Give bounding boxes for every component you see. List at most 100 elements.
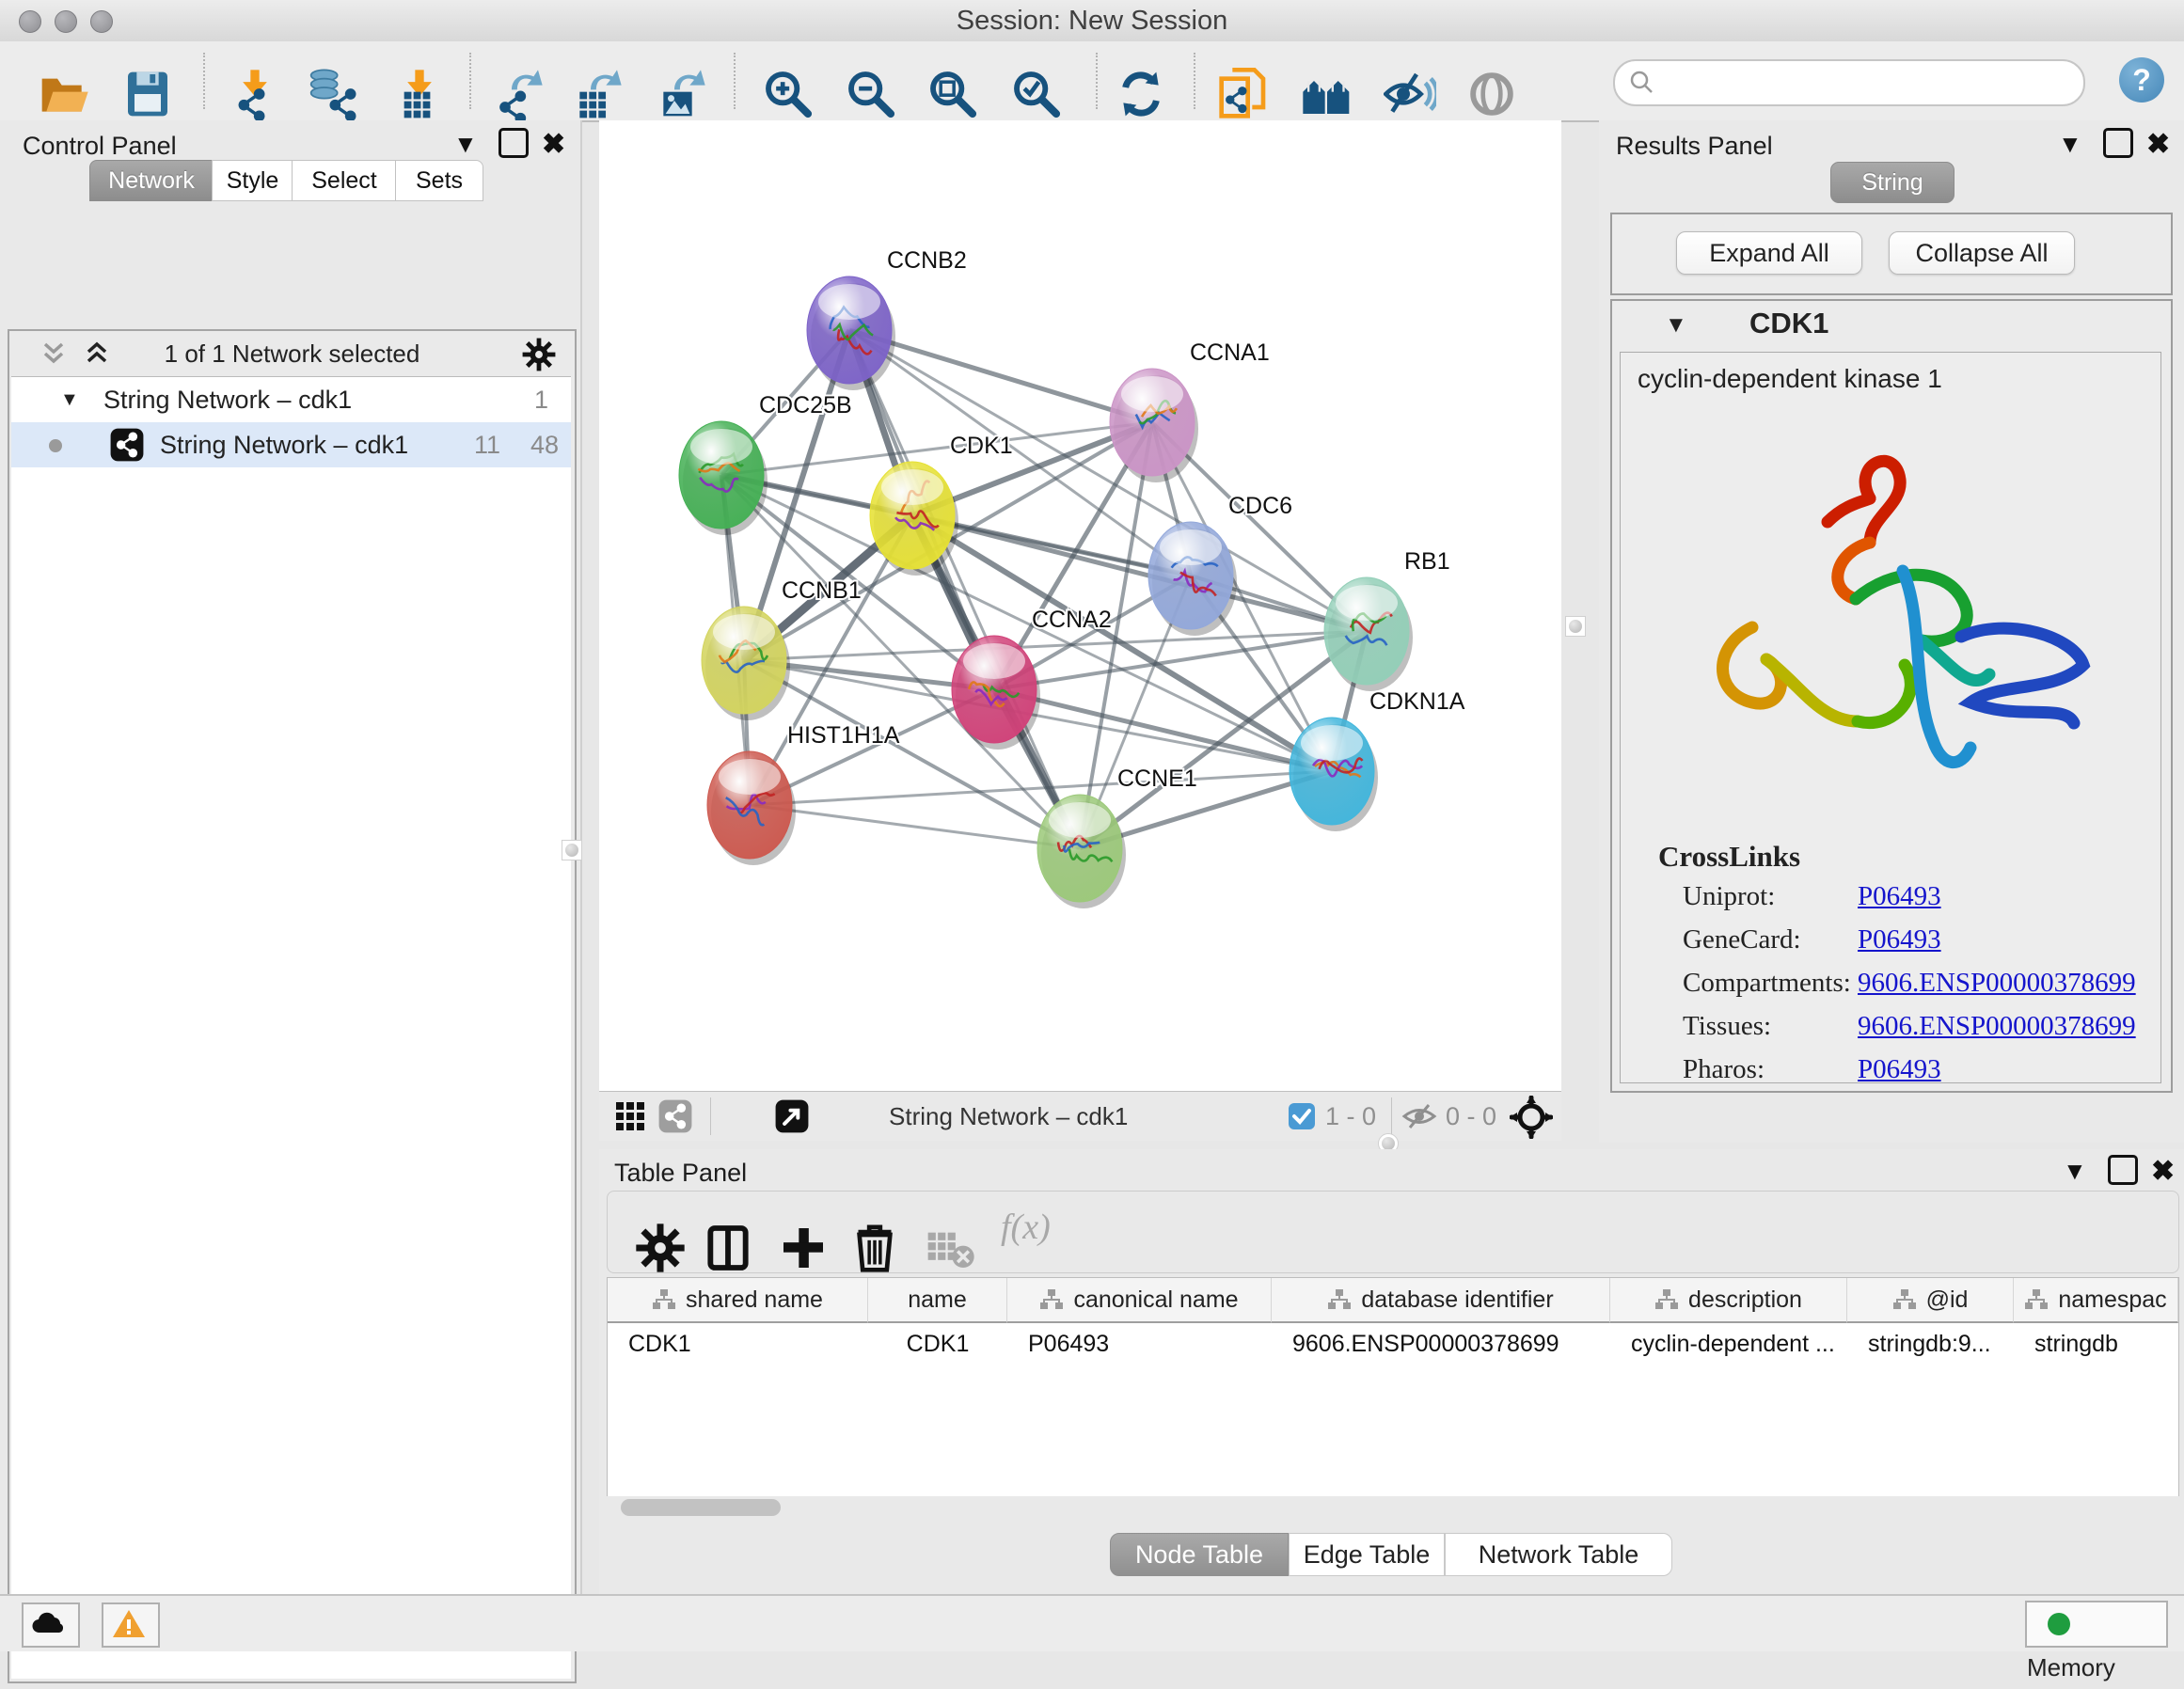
grid-view-icon[interactable] xyxy=(614,1100,646,1132)
hide-selected-icon[interactable] xyxy=(1384,68,1436,120)
show-all-icon[interactable] xyxy=(1465,68,1518,120)
tab-select[interactable]: Select xyxy=(292,160,397,201)
column-header-database-identifier[interactable]: database identifier xyxy=(1272,1278,1610,1323)
network-node-CDC6[interactable]: CDC6 xyxy=(1148,493,1292,636)
import-network-icon[interactable] xyxy=(229,68,281,120)
network-options-gear-icon[interactable] xyxy=(521,337,557,372)
table-row[interactable]: CDK1CDK1P064939606.ENSP00000378699cyclin… xyxy=(608,1323,2178,1365)
divider xyxy=(710,1097,711,1135)
cell[interactable]: CDK1 xyxy=(868,1323,1007,1365)
column-header-description[interactable]: description xyxy=(1610,1278,1847,1323)
tab-network[interactable]: Network xyxy=(89,160,214,201)
cell[interactable]: stringdb xyxy=(2014,1323,2178,1365)
split-columns-icon[interactable] xyxy=(702,1222,754,1274)
table-panel-close-icon[interactable]: ✖ xyxy=(2151,1155,2175,1188)
crosslink-label: GeneCard: xyxy=(1683,924,1801,955)
tab-sets[interactable]: Sets xyxy=(395,160,483,201)
import-database-icon[interactable] xyxy=(307,68,359,120)
network-collection-row[interactable]: ▼ String Network – cdk1 1 xyxy=(11,377,571,422)
results-panel-close-icon[interactable]: ✖ xyxy=(2146,128,2170,161)
search-input[interactable] xyxy=(1664,65,2072,99)
crosslink-value-link[interactable]: P06493 xyxy=(1858,1054,1941,1085)
export-network-icon[interactable] xyxy=(492,68,545,120)
table-panel-float-icon[interactable] xyxy=(2108,1155,2138,1185)
warning-button[interactable] xyxy=(102,1602,160,1648)
network-node-RB1[interactable]: RB1 xyxy=(1324,548,1450,691)
help-icon[interactable]: ? xyxy=(2119,57,2164,103)
add-column-icon[interactable] xyxy=(777,1222,830,1274)
birdseye-share-icon[interactable] xyxy=(657,1098,693,1134)
results-panel-float-icon[interactable] xyxy=(2103,128,2133,158)
table-gear-icon[interactable] xyxy=(634,1222,687,1274)
control-panel-menu-icon[interactable]: ▼ xyxy=(453,130,478,159)
memory-button[interactable]: Memory xyxy=(2025,1601,2168,1648)
node-label: CCNB1 xyxy=(782,577,862,604)
result-expander-icon[interactable]: ▼ xyxy=(1665,312,1687,339)
table-panel-menu-icon[interactable]: ▼ xyxy=(2063,1157,2087,1186)
tab-network-table[interactable]: Network Table xyxy=(1445,1533,1672,1576)
node-label: CDC25B xyxy=(759,392,852,418)
network-manager: 1 of 1 Network selected ▼ String Network… xyxy=(8,329,577,1683)
open-session-icon[interactable] xyxy=(38,68,90,120)
delete-column-icon[interactable] xyxy=(848,1222,901,1274)
tab-style[interactable]: Style xyxy=(212,160,293,201)
column-header--id[interactable]: @id xyxy=(1847,1278,2014,1323)
collection-expander-icon[interactable]: ▼ xyxy=(60,377,79,422)
collapse-all-button[interactable]: Collapse All xyxy=(1889,231,2075,275)
network-edge[interactable] xyxy=(912,515,1367,631)
zoom-out-icon[interactable] xyxy=(845,68,897,120)
zoom-fit-icon[interactable] xyxy=(926,68,979,120)
tab-edge-table[interactable]: Edge Table xyxy=(1289,1533,1445,1576)
import-table-icon[interactable] xyxy=(393,68,446,120)
crosslink-value-link[interactable]: P06493 xyxy=(1858,881,1941,912)
zoom-selected-icon[interactable] xyxy=(1010,68,1063,120)
column-header-canonical-name[interactable]: canonical name xyxy=(1007,1278,1272,1323)
cell[interactable]: CDK1 xyxy=(608,1323,868,1365)
cell[interactable]: stringdb:9... xyxy=(1847,1323,2014,1365)
control-panel-close-icon[interactable]: ✖ xyxy=(542,128,565,161)
crosslink-value-link[interactable]: P06493 xyxy=(1858,924,1941,955)
expand-all-button[interactable]: Expand All xyxy=(1676,231,1862,275)
control-panel-title: Control Panel xyxy=(23,132,177,161)
network-edge[interactable] xyxy=(750,805,1080,848)
results-panel-menu-icon[interactable]: ▼ xyxy=(2058,130,2082,159)
column-header-shared-name[interactable]: shared name xyxy=(608,1278,868,1323)
cloud-button[interactable] xyxy=(22,1602,80,1648)
tab-node-table[interactable]: Node Table xyxy=(1110,1533,1289,1576)
network-row[interactable]: String Network – cdk1 11 48 xyxy=(11,422,571,467)
cell[interactable]: cyclin-dependent ... xyxy=(1610,1323,1847,1365)
first-neighbors-icon[interactable] xyxy=(1301,68,1353,120)
node-label: CCNA2 xyxy=(1032,607,1112,633)
network-node-CDC25B[interactable]: CDC25B xyxy=(679,392,852,535)
save-session-icon[interactable] xyxy=(121,68,174,120)
control-panel: Control Panel ▼ ✖ NetworkStyleSelectSets… xyxy=(0,120,582,1594)
copy-network-icon[interactable] xyxy=(1217,68,1270,120)
network-node-CCNA1[interactable]: CCNA1 xyxy=(1110,339,1270,482)
search-box[interactable] xyxy=(1613,59,2085,106)
cell[interactable]: P06493 xyxy=(1007,1323,1272,1365)
cell[interactable]: 9606.ENSP00000378699 xyxy=(1272,1323,1610,1365)
export-image-icon[interactable] xyxy=(655,68,707,120)
zoom-in-icon[interactable] xyxy=(762,68,815,120)
horizontal-scrollbar-thumb[interactable] xyxy=(621,1499,781,1516)
open-in-new-window-icon[interactable] xyxy=(774,1098,810,1134)
vertical-splitter-handle[interactable] xyxy=(562,840,582,860)
control-panel-float-icon[interactable] xyxy=(499,128,529,158)
selected-checkbox-icon[interactable] xyxy=(1288,1102,1316,1130)
network-node-HIST1H1A[interactable]: HIST1H1A xyxy=(707,722,900,865)
column-header-name[interactable]: name xyxy=(868,1278,1007,1323)
crosslink-value-link[interactable]: 9606.ENSP00000378699 xyxy=(1858,1011,2136,1042)
crosslink-label: Uniprot: xyxy=(1683,881,1775,912)
export-table-icon[interactable] xyxy=(571,68,624,120)
column-header-namespac[interactable]: namespac xyxy=(2014,1278,2178,1323)
refresh-network-icon[interactable] xyxy=(1115,68,1167,120)
tab-string[interactable]: String xyxy=(1830,162,1955,203)
fit-content-crosshair-icon[interactable] xyxy=(1510,1096,1553,1139)
vertical-splitter-handle[interactable] xyxy=(1565,616,1586,637)
network-node-CCNA2[interactable]: CCNA2 xyxy=(952,607,1112,750)
crosslink-value-link[interactable]: 9606.ENSP00000378699 xyxy=(1858,968,2136,999)
network-canvas[interactable]: CCNB2 CCNA1 CDC25B CDK1 CDC6 xyxy=(599,120,1561,1091)
network-node-CCNB2[interactable]: CCNB2 xyxy=(807,247,967,390)
network-node-CDKN1A[interactable]: CDKN1A xyxy=(1290,688,1465,831)
network-edge[interactable] xyxy=(849,330,1080,848)
